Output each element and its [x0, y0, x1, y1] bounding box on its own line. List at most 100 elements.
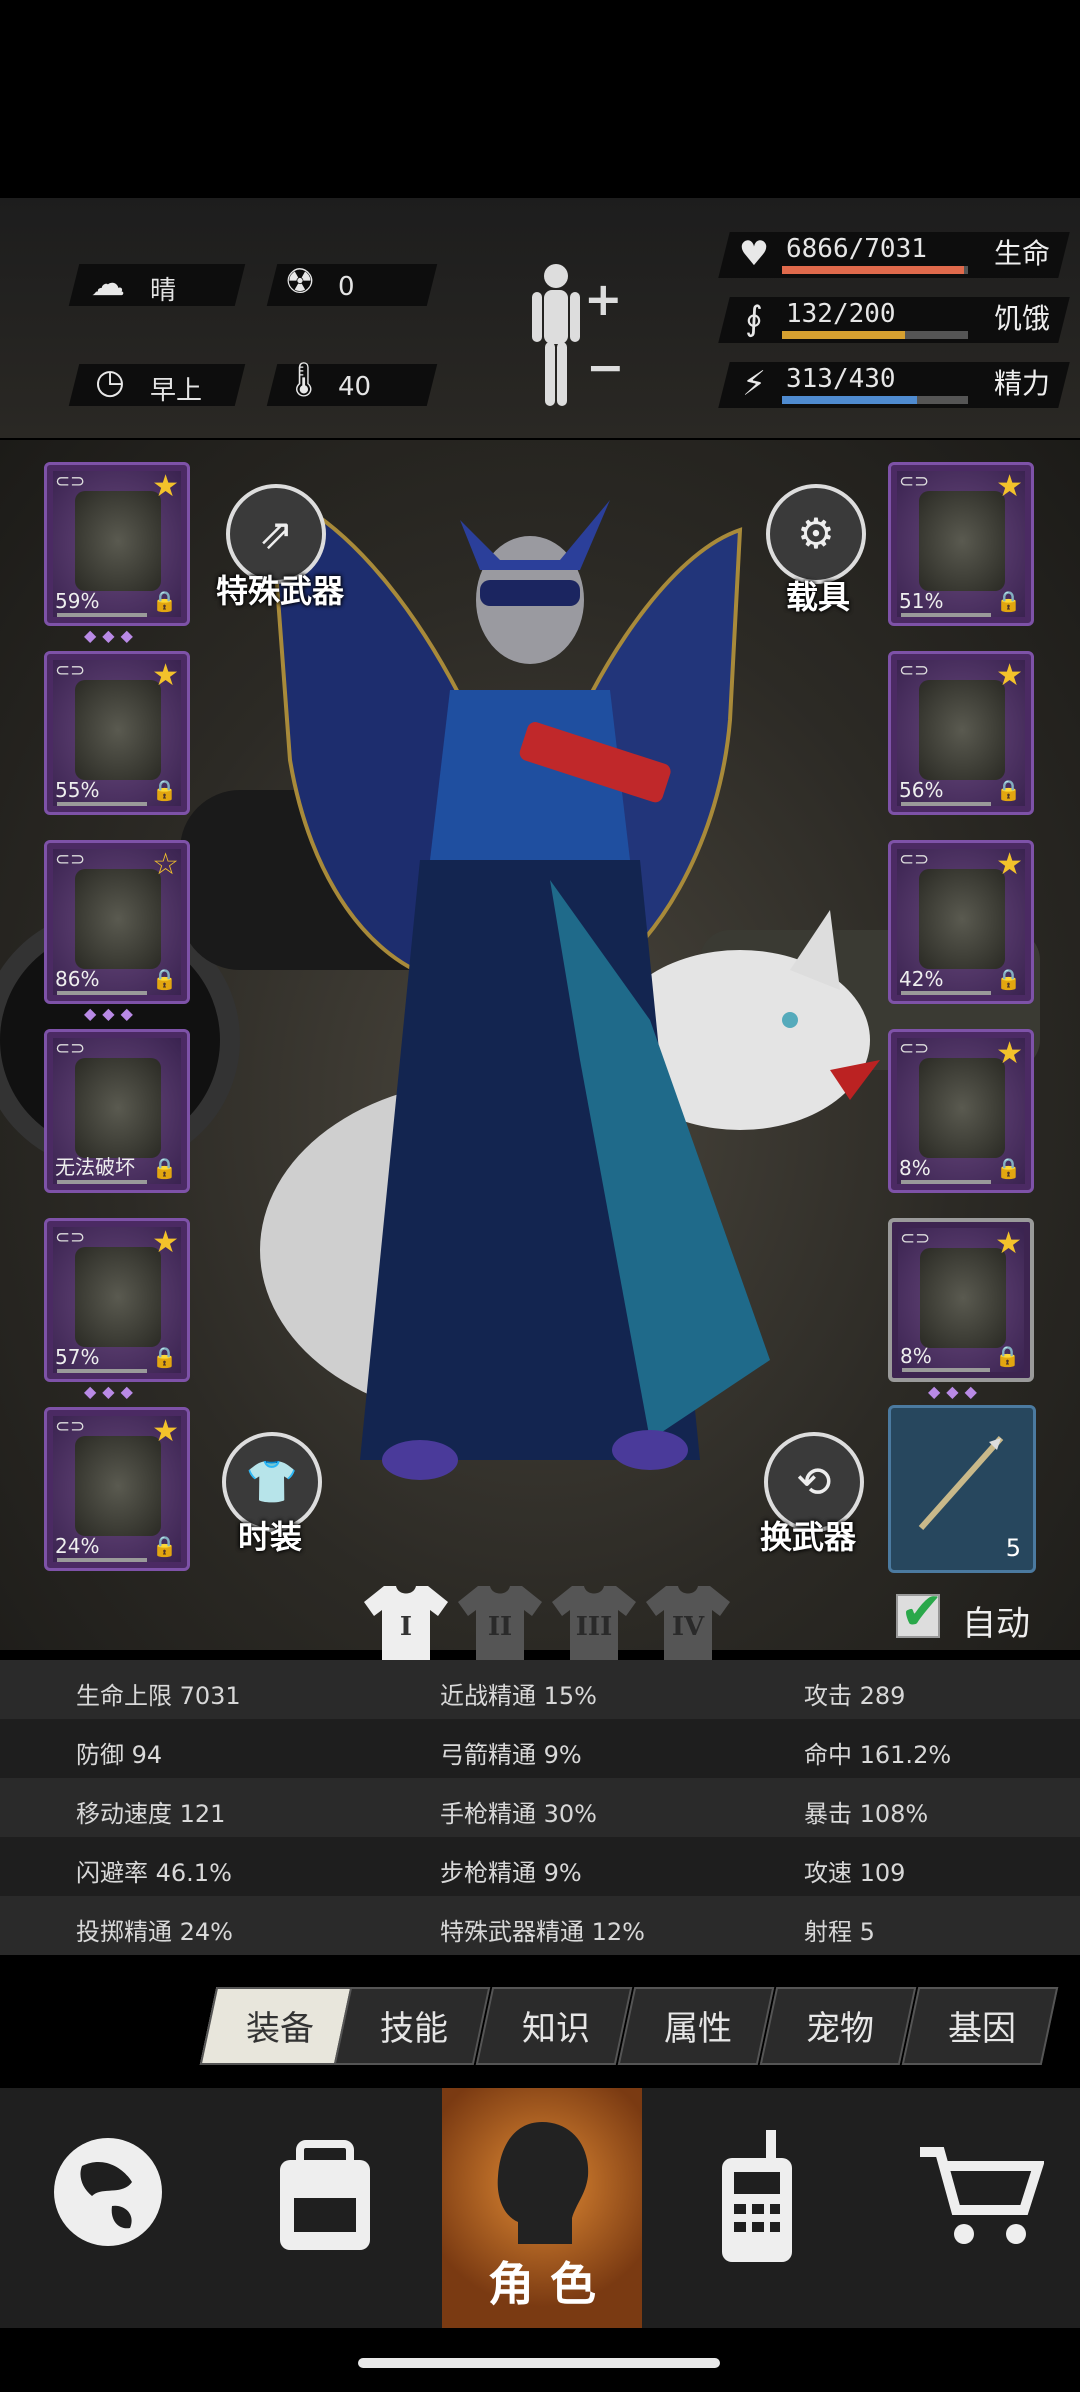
tab-label: 宠物 — [806, 2009, 874, 2049]
vital-value: 132/200 — [786, 299, 896, 329]
backpack-icon — [75, 1058, 161, 1158]
helmet-slot[interactable]: ⊂⊃ ★ 59% 🔒 — [44, 462, 190, 626]
outfit-tab-numeral: II — [487, 1612, 513, 1642]
body-status-figure[interactable] — [528, 262, 584, 408]
star-icon: ★ — [152, 1414, 179, 1449]
pants-slot[interactable]: ⊂⊃ ★ 57% 🔒 — [44, 1218, 190, 1382]
durability-bar — [57, 1369, 147, 1373]
stat-cell: 移动速度 121 — [76, 1800, 226, 1828]
link-icon: ⊂⊃ — [899, 849, 930, 870]
vital-bar-fill — [782, 396, 918, 404]
ammo-count: 5 — [1005, 1534, 1021, 1562]
durability-bar — [902, 1368, 990, 1372]
link-icon: ⊂⊃ — [900, 1228, 931, 1249]
globe-icon — [54, 2138, 162, 2246]
ammo-slot[interactable]: 5 — [888, 1405, 1036, 1573]
stat-cell: 闪避率 46.1% — [76, 1859, 232, 1887]
boots-slot[interactable]: ⊂⊃ ★ 24% 🔒 — [44, 1407, 190, 1571]
shield-icon — [919, 1058, 1005, 1158]
lock-icon: 🔒 — [995, 1344, 1020, 1368]
nav-world-map[interactable] — [0, 2088, 216, 2328]
link-icon: ⊂⊃ — [899, 1038, 930, 1059]
backpack-slot[interactable]: ⊂⊃ 无法破坏 🔒 — [44, 1029, 190, 1193]
boots-icon — [75, 1436, 161, 1536]
fashion-label: 时装 — [238, 1518, 303, 1556]
nav-shop[interactable] — [864, 2088, 1080, 2328]
nav-backpack[interactable] — [216, 2088, 432, 2328]
pants-icon — [75, 1247, 161, 1347]
star-icon: ★ — [152, 658, 179, 693]
durability-value: 51% — [899, 589, 944, 613]
stat-cell: 步枪精通 9% — [440, 1859, 582, 1887]
rocket-icon: ⇗ — [258, 509, 294, 558]
vehicle-label: 载具 — [786, 578, 851, 616]
durability-value: 8% — [900, 1344, 932, 1368]
head-silhouette-icon — [497, 2122, 589, 2244]
home-indicator[interactable] — [358, 2358, 720, 2368]
stat-cell: 特殊武器精通 12% — [440, 1918, 645, 1946]
stat-cell: 手枪精通 30% — [440, 1800, 597, 1828]
outfit-tab-3[interactable]: III — [550, 1582, 638, 1662]
durability-value: 无法破坏 — [55, 1155, 135, 1179]
stat-cell: 攻击 289 — [804, 1682, 906, 1710]
lock-icon: 🔒 — [996, 1156, 1021, 1180]
clock-icon: ◷ — [95, 362, 125, 402]
star-icon: ★ — [996, 847, 1023, 882]
vital-label: 饥饿 — [994, 302, 1051, 335]
star-icon: ☆ — [152, 847, 179, 882]
suit-slot[interactable]: ⊂⊃ ☆ 86% 🔒 — [44, 840, 190, 1004]
gem-sockets: ◆◆◆ — [928, 1382, 983, 1401]
suit-icon — [75, 869, 161, 969]
helmet-icon — [75, 491, 161, 591]
vital-bar — [782, 396, 968, 404]
walkie-talkie-icon — [722, 2130, 792, 2262]
durability-value: 42% — [899, 967, 944, 991]
tab-label: 基因 — [948, 2009, 1016, 2049]
durability-value: 57% — [55, 1345, 100, 1369]
outfit-tab-numeral: IV — [671, 1612, 705, 1642]
durability-value: 56% — [899, 778, 944, 802]
checkmark-icon: ✔ — [900, 1582, 944, 1642]
minus-icon: − — [586, 340, 625, 394]
plus-icon: + — [584, 272, 623, 326]
durability-bar — [901, 1180, 991, 1184]
outfit-tab-numeral: III — [575, 1612, 613, 1642]
stats-panel: 生命上限 7031 近战精通 15% 攻击 289 防御 94 弓箭精通 9% 命中 16… — [0, 1660, 1080, 1956]
lock-icon: 🔒 — [152, 1534, 177, 1558]
vehicle-button[interactable]: ⚙ — [766, 484, 866, 584]
stats-row: 生命上限 7031 近战精通 15% 攻击 289 — [0, 1660, 1080, 1719]
durability-bar — [901, 991, 991, 995]
star-icon: ★ — [152, 469, 179, 504]
pistol-slot[interactable]: ⊂⊃ ★ 8% 🔒 — [888, 1218, 1034, 1382]
link-icon: ⊂⊃ — [55, 1038, 86, 1059]
tab-label: 属性 — [664, 2009, 732, 2049]
stats-row: 投掷精通 24% 特殊武器精通 12% 射程 5 — [0, 1896, 1080, 1955]
tshirt-icon: 👕 — [245, 1457, 299, 1506]
goggles-slot[interactable]: ⊂⊃ ★ 51% 🔒 — [888, 462, 1034, 626]
link-icon: ⊂⊃ — [55, 471, 86, 492]
character-portrait — [267, 487, 770, 1480]
radiation-icon: ☢ — [284, 262, 316, 302]
nav-character[interactable]: 角 色 — [442, 2088, 642, 2328]
stat-cell: 射程 5 — [804, 1918, 875, 1946]
durability-bar — [57, 1558, 147, 1562]
auto-checkbox[interactable]: ✔ — [896, 1582, 944, 1642]
vest-slot[interactable]: ⊂⊃ ★ 42% 🔒 — [888, 840, 1034, 1004]
star-icon: ★ — [995, 1226, 1022, 1261]
lock-icon: 🔒 — [996, 778, 1021, 802]
gasmask-slot[interactable]: ⊂⊃ ★ 56% 🔒 — [888, 651, 1034, 815]
durability-value: 55% — [55, 778, 100, 802]
thermometer-icon: 🌡 — [282, 360, 326, 400]
stat-cell: 暴击 108% — [804, 1800, 929, 1828]
durability-bar — [901, 613, 991, 617]
shield-slot[interactable]: ⊂⊃ ★ 8% 🔒 — [888, 1029, 1034, 1193]
durability-bar — [901, 802, 991, 806]
outfit-tab-1[interactable]: I — [362, 1582, 450, 1662]
radiation-value: 0 — [338, 272, 355, 302]
outfit-tab-4[interactable]: IV — [644, 1582, 732, 1662]
jacket-slot[interactable]: ⊂⊃ ★ 55% 🔒 — [44, 651, 190, 815]
vital-value: 313/430 — [786, 364, 896, 394]
outfit-tab-2[interactable]: II — [456, 1582, 544, 1662]
durability-value: 86% — [55, 967, 100, 991]
nav-radio[interactable] — [648, 2088, 864, 2328]
